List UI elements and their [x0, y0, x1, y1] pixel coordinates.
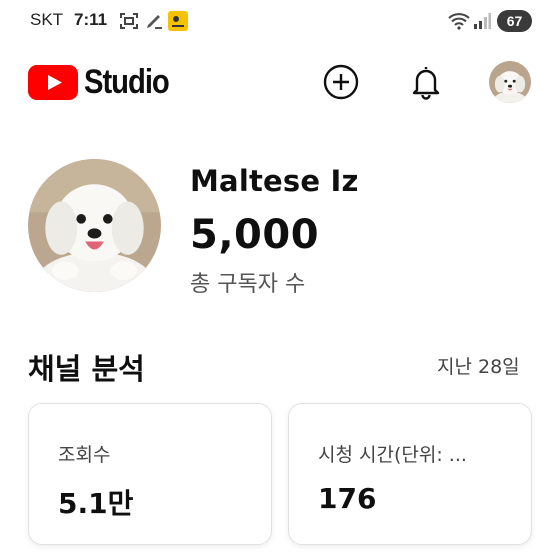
views-card[interactable]: 조회수 5.1만 [28, 403, 272, 545]
app-notification-icon [168, 11, 188, 31]
signal-icon [474, 13, 491, 29]
card-label: 조회수 [58, 444, 111, 466]
analytics-section-title: 채널 분석 [28, 352, 145, 386]
card-label: 시청 시간(단위: ... [318, 444, 467, 466]
screenshot-icon [120, 13, 138, 29]
account-avatar[interactable] [489, 61, 531, 103]
create-button[interactable] [321, 62, 361, 102]
status-bar: SKT 7:11 67 [0, 0, 560, 44]
studio-logo-text: Studio [84, 62, 170, 101]
card-value: 176 [318, 482, 377, 515]
carrier-label: SKT [30, 10, 64, 29]
bell-icon [412, 67, 440, 100]
watch-time-card[interactable]: 시청 시간(단위: ... 176 [288, 403, 532, 545]
pen-icon [147, 15, 162, 29]
notifications-button[interactable] [406, 62, 446, 102]
add-icon [323, 64, 359, 100]
channel-name: Maltese Iz [190, 164, 359, 198]
dog-avatar-image [489, 61, 531, 103]
subscriber-label: 총 구독자 수 [190, 272, 306, 297]
studio-logo[interactable]: Studio [28, 62, 183, 102]
card-value: 5.1만 [58, 487, 134, 520]
dog-avatar-image [28, 159, 161, 292]
youtube-play-icon [28, 64, 78, 100]
channel-avatar[interactable] [28, 159, 161, 292]
battery-indicator: 67 [497, 10, 532, 32]
wifi-icon [448, 13, 470, 30]
subscriber-count: 5,000 [190, 212, 320, 258]
analytics-period: 지난 28일 [437, 356, 520, 378]
clock: 7:11 [74, 10, 108, 29]
